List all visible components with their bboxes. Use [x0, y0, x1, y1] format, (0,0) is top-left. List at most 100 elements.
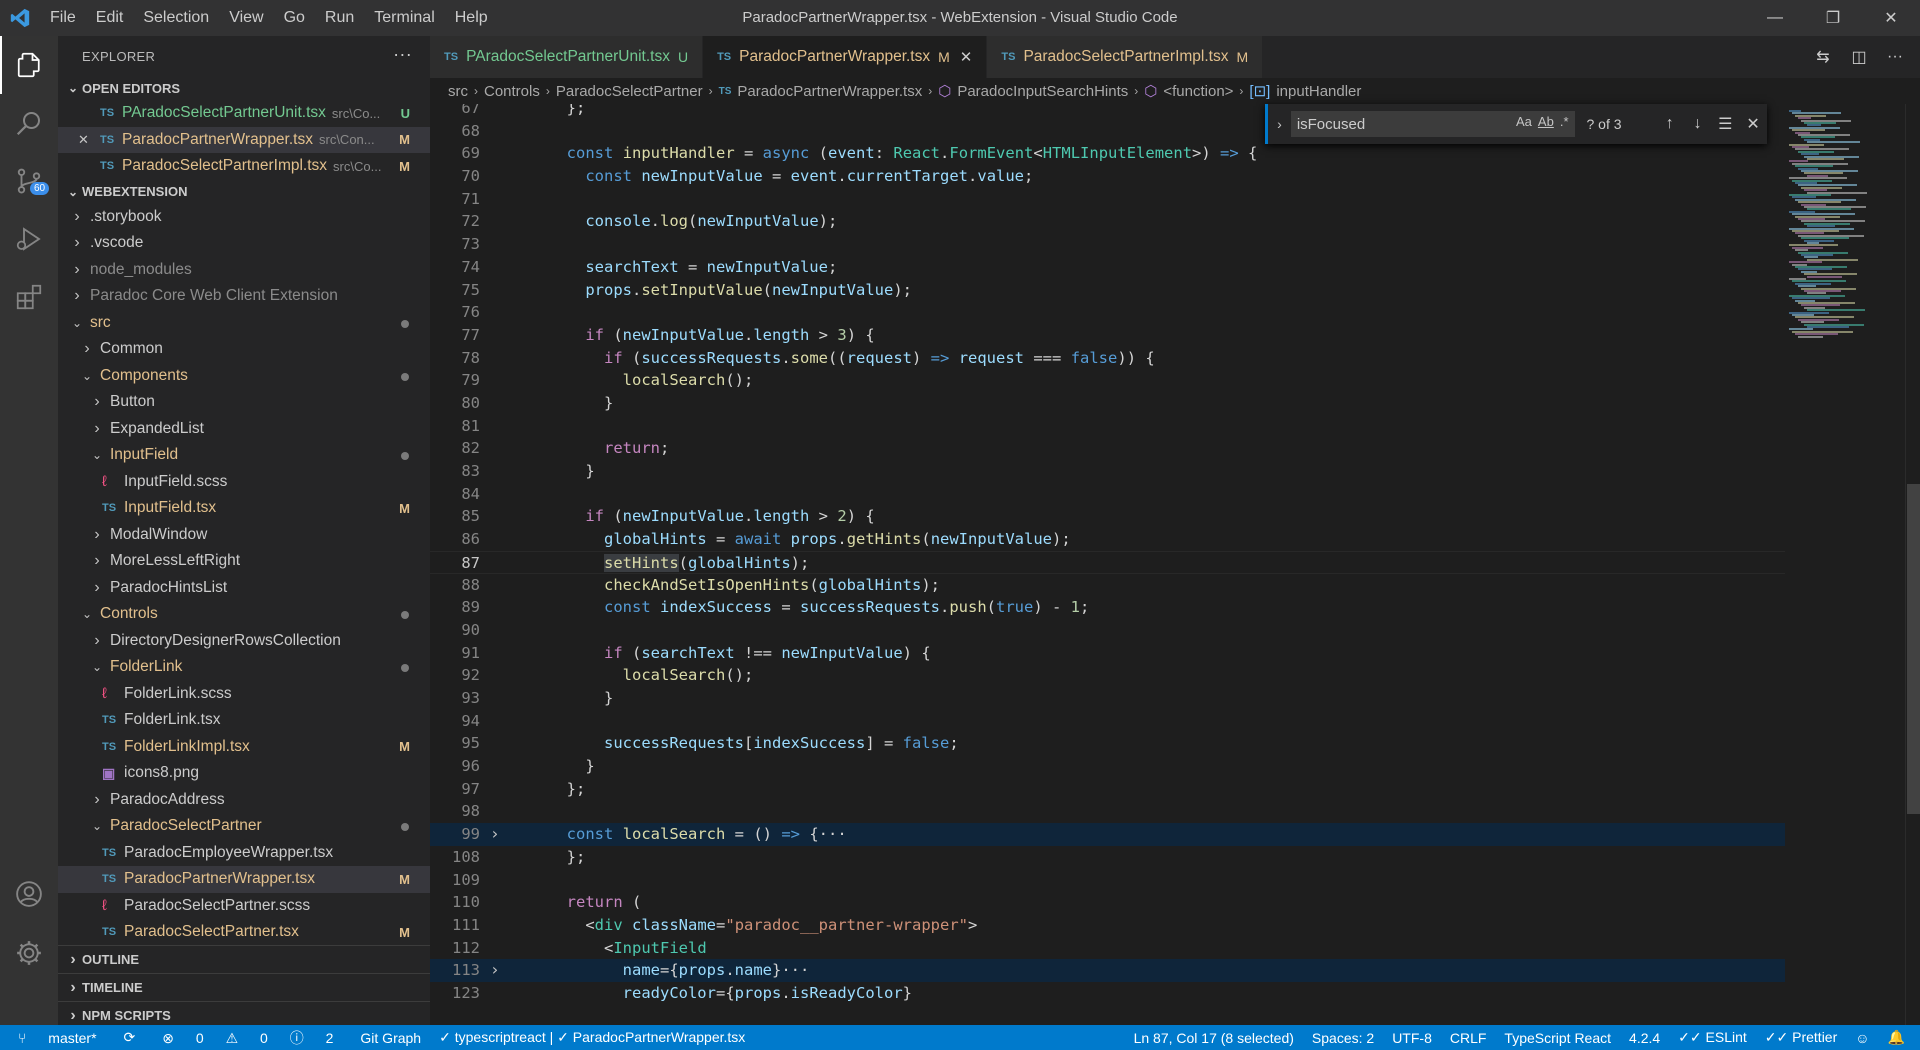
- code-line[interactable]: 108 };: [430, 846, 1785, 869]
- menu-item[interactable]: Go: [274, 0, 315, 36]
- feedback-icon[interactable]: ☺: [1846, 1030, 1878, 1046]
- code-line[interactable]: 111 <div className="paradoc__partner-wra…: [430, 914, 1785, 937]
- find-input[interactable]: isFocused Aa Ab .*: [1290, 111, 1575, 137]
- open-editors-header[interactable]: ⌄ OPEN EDITORS: [58, 76, 430, 100]
- sync-icon[interactable]: ⟳: [115, 1029, 145, 1046]
- code-line[interactable]: 89 const indexSuccess = successRequests.…: [430, 596, 1785, 619]
- tree-folder[interactable]: ⌄ Controls: [58, 601, 430, 628]
- code-line[interactable]: 73: [430, 233, 1785, 256]
- tree-file[interactable]: TS ParadocSelectPartner.tsx M: [58, 919, 430, 946]
- code-line[interactable]: 92 localSearch();: [430, 664, 1785, 687]
- code-line[interactable]: 70 const newInputValue = event.currentTa…: [430, 165, 1785, 188]
- close-window-icon[interactable]: ✕: [1862, 0, 1920, 36]
- open-editor-item[interactable]: ✕ TS ParadocPartnerWrapper.tsx src\Con... M: [58, 126, 430, 153]
- code-line[interactable]: 123 readyColor={props.isReadyColor}: [430, 982, 1785, 1005]
- tree-folder[interactable]: ⌄ InputField: [58, 442, 430, 469]
- code-line[interactable]: 81: [430, 415, 1785, 438]
- compare-changes-icon[interactable]: ⇆: [1812, 47, 1834, 67]
- code-line[interactable]: 112 <InputField: [430, 937, 1785, 960]
- code-line[interactable]: 85 if (newInputValue.length > 2) {: [430, 505, 1785, 528]
- close-tab-icon[interactable]: ✕: [960, 48, 973, 66]
- chevron-right-icon[interactable]: ›: [490, 959, 500, 982]
- split-editor-icon[interactable]: ◫: [1848, 47, 1870, 67]
- breadcrumb-symbol-variable[interactable]: inputHandler: [1276, 83, 1361, 100]
- tree-folder[interactable]: › .storybook: [58, 204, 430, 231]
- code-line[interactable]: 88 checkAndSetIsOpenHints(globalHints);: [430, 574, 1785, 597]
- code-line[interactable]: 94: [430, 710, 1785, 733]
- scrollbar-thumb[interactable]: [1907, 484, 1920, 814]
- previous-match-icon[interactable]: ↑: [1656, 115, 1684, 133]
- tree-folder[interactable]: › Common: [58, 336, 430, 363]
- tree-file[interactable]: TS ParadocPartnerWrapper.tsx M: [58, 866, 430, 893]
- branch-indicator[interactable]: ⑂ master*: [0, 1030, 115, 1046]
- code-line[interactable]: 84: [430, 483, 1785, 506]
- code-line[interactable]: 97 };: [430, 778, 1785, 801]
- tree-folder[interactable]: ⌄ src: [58, 310, 430, 337]
- tree-file[interactable]: ℓ FolderLink.scss: [58, 681, 430, 708]
- breadcrumb-src[interactable]: src: [448, 83, 468, 100]
- eol-setting[interactable]: CRLF: [1441, 1030, 1496, 1046]
- indentation-setting[interactable]: Spaces: 2: [1303, 1030, 1383, 1046]
- cursor-position[interactable]: Ln 87, Col 17 (8 selected): [1125, 1030, 1303, 1046]
- menu-item[interactable]: File: [40, 0, 86, 36]
- minimap[interactable]: [1785, 104, 1905, 1025]
- editor-tab[interactable]: TS ParadocSelectPartnerImpl.tsx M: [987, 36, 1264, 78]
- match-case-icon[interactable]: Aa: [1516, 114, 1532, 129]
- code-line[interactable]: 69 const inputHandler = async (event: Re…: [430, 142, 1785, 165]
- breadcrumb-folder[interactable]: ParadocSelectPartner: [556, 83, 703, 100]
- sidebar-section-timeline[interactable]: › TIMELINE: [58, 973, 430, 1001]
- toggle-replace-icon[interactable]: ›: [1265, 104, 1291, 144]
- close-find-icon[interactable]: ✕: [1739, 114, 1767, 134]
- code-line[interactable]: 72 console.log(newInputValue);: [430, 210, 1785, 233]
- code-line[interactable]: 113 › name={props.name}···: [430, 959, 1785, 982]
- close-editor-icon[interactable]: ✕: [78, 132, 100, 148]
- editor-tab[interactable]: TS PAradocSelectPartnerUnit.tsx U: [430, 36, 704, 78]
- menu-item[interactable]: View: [219, 0, 273, 36]
- code-line[interactable]: 74 searchText = newInputValue;: [430, 256, 1785, 279]
- code-line[interactable]: 77 if (newInputValue.length > 3) {: [430, 324, 1785, 347]
- typescript-version[interactable]: 4.2.4: [1620, 1030, 1669, 1046]
- extensions-icon[interactable]: [0, 268, 58, 326]
- menu-item[interactable]: Edit: [86, 0, 134, 36]
- code-line[interactable]: 75 props.setInputValue(newInputValue);: [430, 279, 1785, 302]
- code-line[interactable]: 109: [430, 869, 1785, 892]
- search-icon[interactable]: [0, 94, 58, 152]
- code-line[interactable]: 82 return;: [430, 437, 1785, 460]
- tree-folder[interactable]: › .vscode: [58, 230, 430, 257]
- workspace-header[interactable]: ⌄ WEBEXTENSION: [58, 180, 430, 204]
- tree-file[interactable]: TS ParadocEmployeeWrapper.tsx: [58, 840, 430, 867]
- tree-folder[interactable]: ⌄ FolderLink: [58, 654, 430, 681]
- git-graph-button[interactable]: Git Graph: [351, 1030, 430, 1046]
- breadcrumb-controls[interactable]: Controls: [484, 83, 540, 100]
- problems-indicator[interactable]: ⊗ 0 ⚠ 0 ⓘ 2: [144, 1028, 351, 1048]
- language-mode[interactable]: TypeScript React: [1495, 1030, 1620, 1046]
- menu-item[interactable]: Terminal: [364, 0, 444, 36]
- code-line[interactable]: 80 }: [430, 392, 1785, 415]
- breadcrumb-symbol-component[interactable]: ParadocInputSearchHints: [957, 83, 1128, 100]
- notifications-bell-icon[interactable]: 🔔: [1879, 1029, 1914, 1046]
- breadcrumb-file[interactable]: ParadocPartnerWrapper.tsx: [737, 83, 922, 100]
- code-editor[interactable]: 67 }; 68 69 const inputHandler = async (ev…: [430, 104, 1785, 1025]
- code-line[interactable]: 90: [430, 619, 1785, 642]
- tree-folder[interactable]: › MoreLessLeftRight: [58, 548, 430, 575]
- more-actions-icon[interactable]: ···: [393, 44, 412, 65]
- account-icon[interactable]: [0, 865, 58, 923]
- use-regex-icon[interactable]: .*: [1560, 114, 1569, 129]
- tree-folder[interactable]: › Button: [58, 389, 430, 416]
- vertical-scrollbar[interactable]: [1905, 104, 1920, 1025]
- prettier-status[interactable]: ✓✓ Prettier: [1756, 1029, 1846, 1046]
- sidebar-section-outline[interactable]: › OUTLINE: [58, 945, 430, 973]
- encoding-setting[interactable]: UTF-8: [1383, 1030, 1441, 1046]
- tree-file[interactable]: TS FolderLink.tsx: [58, 707, 430, 734]
- code-line[interactable]: 95 successRequests[indexSuccess] = false…: [430, 732, 1785, 755]
- code-line[interactable]: 93 }: [430, 687, 1785, 710]
- code-line[interactable]: 96 }: [430, 755, 1785, 778]
- code-line[interactable]: 110 return (: [430, 891, 1785, 914]
- tree-folder[interactable]: › ExpandedList: [58, 416, 430, 443]
- restore-icon[interactable]: ❐: [1804, 0, 1862, 36]
- eslint-status[interactable]: ✓✓ ESLint: [1669, 1029, 1756, 1046]
- tree-folder[interactable]: › ModalWindow: [58, 522, 430, 549]
- tree-file[interactable]: TS InputField.tsx M: [58, 495, 430, 522]
- tree-folder[interactable]: ⌄ Components: [58, 363, 430, 390]
- code-line[interactable]: 83 }: [430, 460, 1785, 483]
